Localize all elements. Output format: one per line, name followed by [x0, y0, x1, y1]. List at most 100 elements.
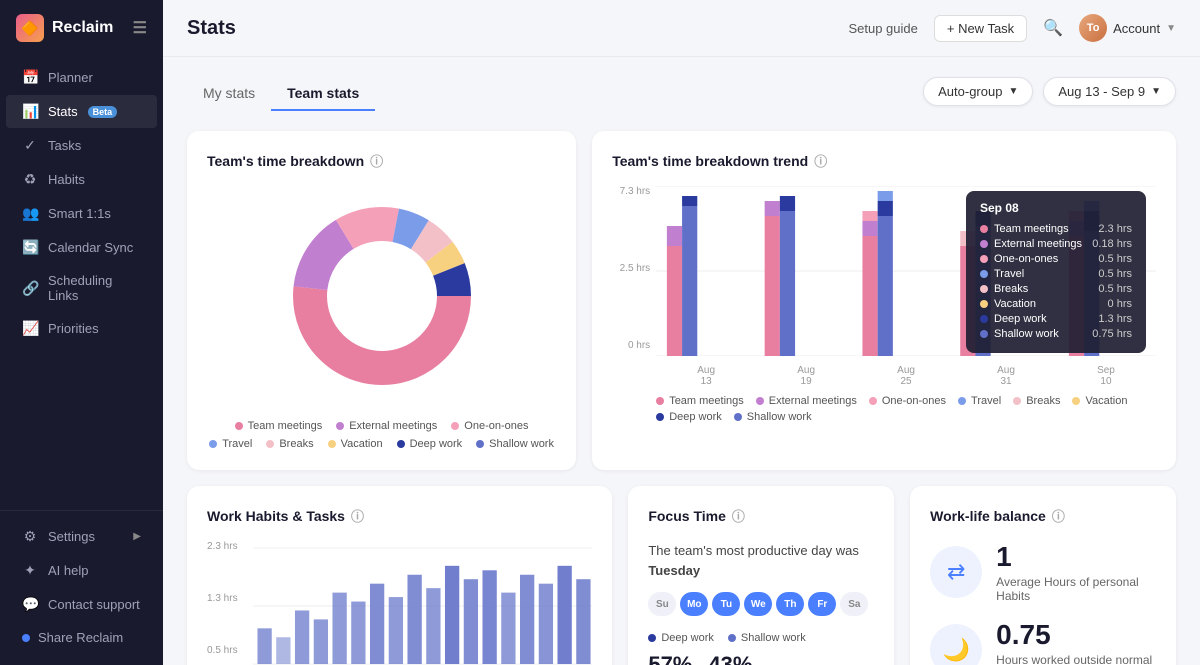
logo-icon: 🔶 [16, 14, 44, 42]
smart-1on1-icon: 👥 [22, 205, 38, 222]
legend-dot-team-meetings [235, 422, 243, 430]
legend-dot-deep-work [397, 440, 405, 448]
x-axis-labels: Aug13 Aug19 Aug25 Aug31 Sep10 [656, 365, 1156, 387]
tooltip-date: Sep 08 [980, 201, 1132, 215]
tooltip-row-shallow-work: Shallow work 0.75 hrs [980, 328, 1132, 340]
sidebar-item-smart-1on1[interactable]: 👥 Smart 1:1s [6, 197, 157, 230]
sidebar-item-scheduling-links[interactable]: 🔗 Scheduling Links [6, 265, 157, 311]
share-reclaim-button[interactable]: Share Reclaim [6, 622, 157, 653]
date-chevron-icon: ▼ [1151, 86, 1161, 97]
info-icon[interactable]: ⓘ [370, 151, 383, 170]
day-pills: Su Mo Tu We Th Fr Sa [648, 592, 874, 616]
app-logo[interactable]: 🔶 Reclaim ☰ [0, 0, 163, 56]
contact-support-icon: 💬 [22, 596, 38, 613]
sidebar-label-planner: Planner [48, 70, 93, 85]
search-icon[interactable]: 🔍 [1043, 18, 1063, 38]
donut-legend: Team meetings External meetings One-on-o… [207, 420, 556, 450]
tooltip-dot-7 [980, 330, 988, 338]
sidebar-label-calendar-sync: Calendar Sync [48, 240, 133, 255]
ai-help-icon: ✦ [22, 562, 38, 579]
focus-pct-row: 57% 43% [648, 652, 874, 665]
page-title: Stats [187, 17, 236, 40]
sidebar-label-contact-support: Contact support [48, 597, 140, 612]
sidebar-label-smart-1on1: Smart 1:1s [48, 206, 111, 221]
tooltip-row-vacation: Vacation 0 hrs [980, 298, 1132, 310]
legend-dot-breaks [266, 440, 274, 448]
legend-one-on-ones: One-on-ones [451, 420, 528, 432]
sidebar-label-habits: Habits [48, 172, 85, 187]
work-life-balance-title: Work-life balance ⓘ [930, 506, 1156, 525]
productive-day: Tuesday [648, 563, 700, 578]
share-dot-icon [22, 634, 30, 642]
trend-info-icon[interactable]: ⓘ [814, 151, 827, 170]
legend-dot-vacation [328, 440, 336, 448]
day-mo: Mo [680, 592, 708, 616]
deep-work-pct: 57% [648, 652, 692, 665]
work-habits-title: Work Habits & Tasks ⓘ [207, 506, 592, 525]
group-chevron-icon: ▼ [1008, 86, 1018, 97]
trend-chart-area: 7.3 hrs 2.5 hrs 0 hrs [612, 186, 1156, 387]
day-su: Su [648, 592, 676, 616]
filters: Auto-group ▼ Aug 13 - Sep 9 ▼ [923, 77, 1176, 106]
sidebar-label-priorities: Priorities [48, 321, 99, 336]
work-habits-card: Work Habits & Tasks ⓘ 2.3 hrs 1.3 hrs 0.… [187, 486, 612, 665]
legend-travel: Travel [209, 438, 252, 450]
wlb-info-icon[interactable]: ⓘ [1052, 506, 1065, 525]
sidebar-item-tasks[interactable]: ✓ Tasks [6, 129, 157, 162]
sidebar-label-ai-help: AI help [48, 563, 88, 578]
sidebar-item-habits[interactable]: ♻ Habits [6, 163, 157, 196]
wlb-row-2: 🌙 0.75 Hours worked outside normal hours [930, 619, 1156, 665]
work-habits-bars [253, 541, 592, 665]
tooltip-row-breaks: Breaks 0.5 hrs [980, 283, 1132, 295]
y-axis-labels: 7.3 hrs 2.5 hrs 0 hrs [612, 186, 650, 351]
sidebar-item-ai-help[interactable]: ✦ AI help [6, 554, 157, 587]
sidebar-item-contact-support[interactable]: 💬 Contact support [6, 588, 157, 621]
tab-team-stats[interactable]: Team stats [271, 77, 375, 111]
auto-group-label: Auto-group [938, 84, 1002, 99]
work-habits-info-icon[interactable]: ⓘ [351, 506, 364, 525]
legend-shallow-work: Shallow work [476, 438, 554, 450]
setup-guide-link[interactable]: Setup guide [848, 21, 917, 36]
stats-grid-bottom: Work Habits & Tasks ⓘ 2.3 hrs 1.3 hrs 0.… [187, 486, 1176, 665]
stats-grid-top: Team's time breakdown ⓘ [187, 131, 1176, 470]
tab-my-stats[interactable]: My stats [187, 77, 271, 111]
tooltip-dot-4 [980, 285, 988, 293]
focus-time-title: Focus Time ⓘ [648, 506, 874, 525]
sidebar-item-stats[interactable]: 📊 Stats Beta [6, 95, 157, 128]
sidebar-item-settings[interactable]: ⚙ Settings ▶ [6, 520, 157, 553]
new-task-button[interactable]: + New Task [934, 15, 1027, 42]
new-task-label: + New Task [947, 21, 1014, 36]
account-button[interactable]: To Account ▼ [1079, 14, 1176, 42]
legend-team-meetings: Team meetings [235, 420, 323, 432]
tooltip-row-travel: Travel 0.5 hrs [980, 268, 1132, 280]
tooltip-dot-5 [980, 300, 988, 308]
sidebar-item-calendar-sync[interactable]: 🔄 Calendar Sync [6, 231, 157, 264]
wlb-info-2: 0.75 Hours worked outside normal hours [996, 619, 1156, 665]
donut-chart: Team meetings External meetings One-on-o… [207, 186, 556, 450]
sidebar-nav: 📅 Planner 📊 Stats Beta ✓ Tasks ♻ Habits … [0, 56, 163, 510]
avatar: To [1079, 14, 1107, 42]
day-fr: Fr [808, 592, 836, 616]
sidebar-item-priorities[interactable]: 📈 Priorities [6, 312, 157, 345]
wlb-icon-2: 🌙 [930, 624, 982, 665]
day-we: We [744, 592, 772, 616]
day-sa: Sa [840, 592, 868, 616]
header-right: Setup guide + New Task 🔍 To Account ▼ [848, 14, 1176, 42]
focus-time-info-icon[interactable]: ⓘ [732, 506, 745, 525]
settings-arrow-icon: ▶ [133, 531, 141, 542]
sidebar-item-planner[interactable]: 📅 Planner [6, 61, 157, 94]
auto-group-filter[interactable]: Auto-group ▼ [923, 77, 1033, 106]
tooltip-row-team-meetings: Team meetings 2.3 hrs [980, 223, 1132, 235]
stats-icon: 📊 [22, 103, 38, 120]
work-habits-chart: 2.3 hrs 1.3 hrs 0.5 hrs [207, 541, 592, 665]
app-name: Reclaim [52, 19, 113, 37]
sidebar-label-settings: Settings [48, 529, 95, 544]
focus-legend: Deep work Shallow work [648, 632, 874, 644]
tabs-filter-row: My stats Team stats Auto-group ▼ Aug 13 … [187, 77, 1176, 131]
menu-toggle[interactable]: ☰ [133, 18, 147, 38]
team-time-trend-card: Team's time breakdown trend ⓘ 7.3 hrs 2.… [592, 131, 1176, 470]
date-range-filter[interactable]: Aug 13 - Sep 9 ▼ [1043, 77, 1176, 106]
content-area: My stats Team stats Auto-group ▼ Aug 13 … [163, 57, 1200, 665]
focus-time-card: Focus Time ⓘ The team's most productive … [628, 486, 894, 665]
account-chevron-icon: ▼ [1166, 23, 1176, 34]
